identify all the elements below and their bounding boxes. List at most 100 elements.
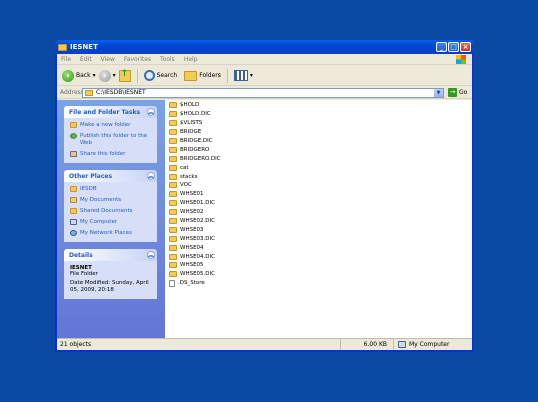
folder-icon xyxy=(58,43,67,51)
toolbar-separator xyxy=(136,68,138,83)
maximize-button[interactable]: □ xyxy=(448,42,459,52)
file-list-item[interactable]: WHSE03.DIC xyxy=(169,234,472,243)
file-list-item[interactable]: BRIDGE.DIC xyxy=(169,137,472,146)
folders-button[interactable]: Folders xyxy=(184,70,221,81)
file-name: BRIDGE.DIC xyxy=(180,138,213,144)
back-label: Back xyxy=(76,72,91,79)
file-list-item[interactable]: WHSE01 xyxy=(169,190,472,199)
task-share-folder[interactable]: Share this folder xyxy=(70,151,153,158)
file-list-item[interactable]: WHSE04.DIC xyxy=(169,252,472,261)
menu-file[interactable]: File xyxy=(61,56,71,63)
dropdown-arrow-icon[interactable]: ▼ xyxy=(434,88,443,97)
task-new-folder[interactable]: Make a new folder xyxy=(70,122,153,129)
place-my-computer[interactable]: My Computer xyxy=(70,219,153,226)
place-iesdb[interactable]: IESDB xyxy=(70,186,153,193)
file-list-item[interactable]: WHSE05.DIC xyxy=(169,270,472,279)
menu-edit[interactable]: Edit xyxy=(80,56,92,63)
file-name: BRIDGE xyxy=(180,129,202,136)
place-shared-documents[interactable]: Shared Documents xyxy=(70,208,153,215)
folder-icon xyxy=(169,218,177,225)
file-list-item[interactable]: $VLISTS xyxy=(169,119,472,128)
folder-icon xyxy=(70,186,77,192)
panel-header[interactable]: Other Places ︽ xyxy=(64,170,157,182)
file-list-item[interactable]: $HOLD.DIC xyxy=(169,110,472,119)
file-name: WHSE04.DIC xyxy=(180,253,215,260)
collapse-chevron-icon[interactable]: ︽ xyxy=(147,251,155,259)
file-list-item[interactable]: WHSE02 xyxy=(169,208,472,217)
task-publish-web[interactable]: Publish this folder to the Web xyxy=(70,133,153,147)
file-list-item[interactable]: $HOLD xyxy=(169,101,472,110)
folder-icon xyxy=(169,164,177,171)
computer-icon xyxy=(398,341,406,348)
my-documents-icon xyxy=(70,197,77,203)
views-button[interactable]: ▾ xyxy=(233,70,253,81)
close-button[interactable]: × xyxy=(460,42,471,52)
views-icon xyxy=(233,70,248,81)
chevron-down-icon[interactable]: ▾ xyxy=(113,72,116,79)
menu-bar: File Edit View Favorites Tools Help xyxy=(57,54,472,65)
place-my-documents[interactable]: My Documents xyxy=(70,197,153,204)
up-folder-icon[interactable] xyxy=(118,69,131,82)
file-list-item[interactable]: WHSE01.DIC xyxy=(169,199,472,208)
computer-icon xyxy=(70,219,77,225)
file-name: WHSE04 xyxy=(180,244,204,251)
menu-favorites[interactable]: Favorites xyxy=(124,56,151,63)
title-bar[interactable]: IESNET _ □ × xyxy=(55,40,474,54)
panel-header[interactable]: File and Folder Tasks ︽ xyxy=(64,106,157,118)
chevron-down-icon[interactable]: ▾ xyxy=(93,72,96,79)
folder-icon xyxy=(169,235,177,242)
back-button[interactable]: ‹ Back ▾ xyxy=(62,69,96,82)
status-object-count: 21 objects xyxy=(60,341,92,348)
share-folder-icon xyxy=(70,151,77,157)
address-input[interactable]: C:\IESDB\IESNET ▼ xyxy=(82,87,444,98)
file-list-item[interactable]: .DS_Store xyxy=(169,279,472,288)
panel-header[interactable]: Details ︽ xyxy=(64,249,157,261)
minimize-button[interactable]: _ xyxy=(436,42,447,52)
search-icon xyxy=(143,70,155,81)
status-size: 6.00 KB xyxy=(363,341,387,348)
toolbar: ‹ Back ▾ › ▾ Search Folders ▾ xyxy=(57,66,472,86)
folder-icon xyxy=(169,200,177,207)
file-list-item[interactable]: stacks xyxy=(169,172,472,181)
file-name: WHSE02 xyxy=(180,209,204,216)
file-list-item[interactable]: cat xyxy=(169,163,472,172)
menu-tools[interactable]: Tools xyxy=(160,56,175,63)
search-label: Search xyxy=(156,72,178,79)
file-list-item[interactable]: VOC xyxy=(169,181,472,190)
folder-icon xyxy=(85,89,93,96)
folder-icon xyxy=(169,129,177,136)
file-list-item[interactable]: WHSE03 xyxy=(169,225,472,234)
file-list-item[interactable]: WHSE04 xyxy=(169,243,472,252)
status-location: My Computer xyxy=(409,341,450,348)
file-list-item[interactable]: BRIDGERO xyxy=(169,145,472,154)
file-list-item[interactable]: WHSE02.DIC xyxy=(169,217,472,226)
toolbar-separator xyxy=(226,68,228,83)
menu-view[interactable]: View xyxy=(101,56,115,63)
file-name: BRIDGERO.DIC xyxy=(180,155,221,162)
file-name: $HOLD.DIC xyxy=(180,111,211,118)
panel-title: Details xyxy=(69,251,93,259)
file-list-item[interactable]: BRIDGE xyxy=(169,128,472,137)
file-name: WHSE05 xyxy=(180,262,204,269)
folder-icon xyxy=(169,262,177,269)
go-button[interactable]: → Go xyxy=(448,88,467,97)
details-panel: Details ︽ IESNET File Folder Date Modifi… xyxy=(64,249,157,299)
chevron-down-icon: ▾ xyxy=(249,72,253,79)
place-my-network-places[interactable]: My Network Places xyxy=(70,230,153,237)
globe-icon xyxy=(70,133,77,139)
file-list-item[interactable]: WHSE05 xyxy=(169,261,472,270)
folder-icon xyxy=(169,182,177,189)
shared-folder-icon xyxy=(70,208,77,214)
windows-logo-icon xyxy=(456,55,466,64)
forward-button[interactable]: › ▾ xyxy=(98,69,116,82)
other-places-panel: Other Places ︽ IESDB My Documents Shared… xyxy=(64,170,157,242)
file-name: $HOLD xyxy=(180,102,200,109)
search-button[interactable]: Search xyxy=(143,70,178,81)
details-modified: Date Modified: Sunday, April 05, 2009, 2… xyxy=(70,280,149,293)
collapse-chevron-icon[interactable]: ︽ xyxy=(147,108,155,116)
menu-help[interactable]: Help xyxy=(184,56,198,63)
file-list-item[interactable]: BRIDGERO.DIC xyxy=(169,154,472,163)
file-name: WHSE03 xyxy=(180,226,204,233)
folder-icon xyxy=(169,173,177,180)
collapse-chevron-icon[interactable]: ︽ xyxy=(147,172,155,180)
